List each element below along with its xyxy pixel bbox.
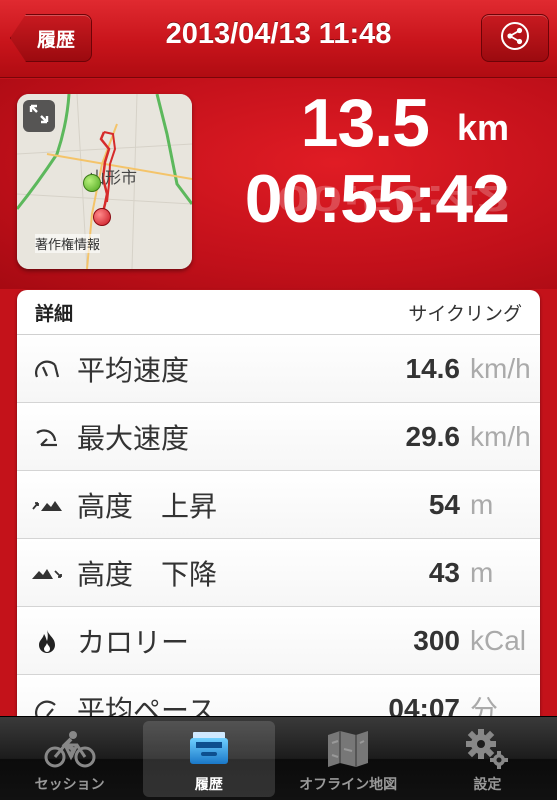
- tab-history[interactable]: 履歴: [139, 717, 278, 800]
- tab-label: 履歴: [194, 777, 223, 793]
- map-icon: [324, 726, 372, 772]
- tab-label: 設定: [473, 777, 502, 793]
- avg-speed-icon: [17, 357, 77, 381]
- detail-label: 最大速度: [77, 421, 190, 455]
- end-marker: [93, 208, 111, 226]
- detail-value: 300: [413, 624, 460, 656]
- distance-unit: km: [456, 107, 509, 148]
- page-title: 2013/04/13 11:48: [165, 18, 392, 50]
- detail-unit: kCal: [470, 624, 527, 656]
- map-copyright[interactable]: 著作権情報: [35, 234, 101, 253]
- tab-settings[interactable]: 設定: [418, 717, 557, 800]
- ascent-icon: [17, 495, 77, 515]
- detail-label: 平均速度: [77, 353, 190, 387]
- route-map-thumbnail[interactable]: 山形市 著作権情報: [17, 94, 192, 269]
- detail-row-avg-speed: 平均速度 14.6 km/h: [17, 335, 540, 403]
- tab-offline-map[interactable]: オフライン地図: [279, 717, 418, 800]
- detail-row-calories: カロリー 300 kCal: [17, 607, 540, 675]
- navigation-bar: 履歴 2013/04/13 11:48: [0, 0, 557, 78]
- tab-session[interactable]: セッション: [0, 717, 139, 800]
- detail-unit: m: [470, 488, 494, 520]
- detail-row-ascent: 高度 上昇 54 m: [17, 471, 540, 539]
- cyclist-icon: [43, 726, 97, 772]
- descent-icon: [17, 563, 77, 583]
- detail-label: 高度 下降: [77, 557, 218, 591]
- duration-reflection: 00:55:42: [276, 178, 509, 219]
- detail-value: 29.6: [405, 420, 461, 452]
- detail-label: 高度 上昇: [77, 489, 218, 523]
- share-button[interactable]: [481, 14, 549, 62]
- session-summary: 山形市 著作権情報 13.5 km 00:55:42 00:55:42: [0, 79, 557, 289]
- tab-bar: セッション 履歴 オフライン地図 設定: [0, 716, 557, 800]
- tab-label: セッション: [34, 777, 105, 793]
- gear-icon: [463, 726, 511, 772]
- flame-icon: [17, 628, 77, 654]
- detail-unit: m: [470, 556, 494, 588]
- back-button[interactable]: 履歴: [10, 14, 92, 62]
- details-title: 詳細: [35, 302, 74, 325]
- tab-label: オフライン地図: [299, 777, 398, 793]
- distance-number: 13.5: [300, 85, 430, 161]
- max-speed-icon: [17, 425, 77, 449]
- detail-label: カロリー: [77, 625, 190, 659]
- expand-icon: [28, 103, 50, 129]
- expand-map-button[interactable]: [23, 100, 55, 132]
- detail-unit: km/h: [470, 420, 531, 452]
- detail-row-descent: 高度 下降 43 m: [17, 539, 540, 607]
- start-marker: [83, 174, 101, 192]
- inbox-tray-icon: [187, 726, 231, 772]
- detail-row-max-speed: 最大速度 29.6 km/h: [17, 403, 540, 471]
- detail-unit: km/h: [470, 352, 531, 384]
- detail-value: 43: [428, 556, 460, 588]
- activity-type: サイクリング: [408, 302, 522, 325]
- details-card: 詳細 サイクリング 平均速度 14.6 km/h 最大速度 29.6 km/h …: [17, 290, 540, 730]
- details-header: 詳細 サイクリング: [17, 290, 540, 335]
- detail-value: 54: [428, 488, 460, 520]
- back-button-label: 履歴: [36, 28, 75, 51]
- share-icon: [500, 21, 530, 55]
- detail-value: 14.6: [405, 352, 461, 384]
